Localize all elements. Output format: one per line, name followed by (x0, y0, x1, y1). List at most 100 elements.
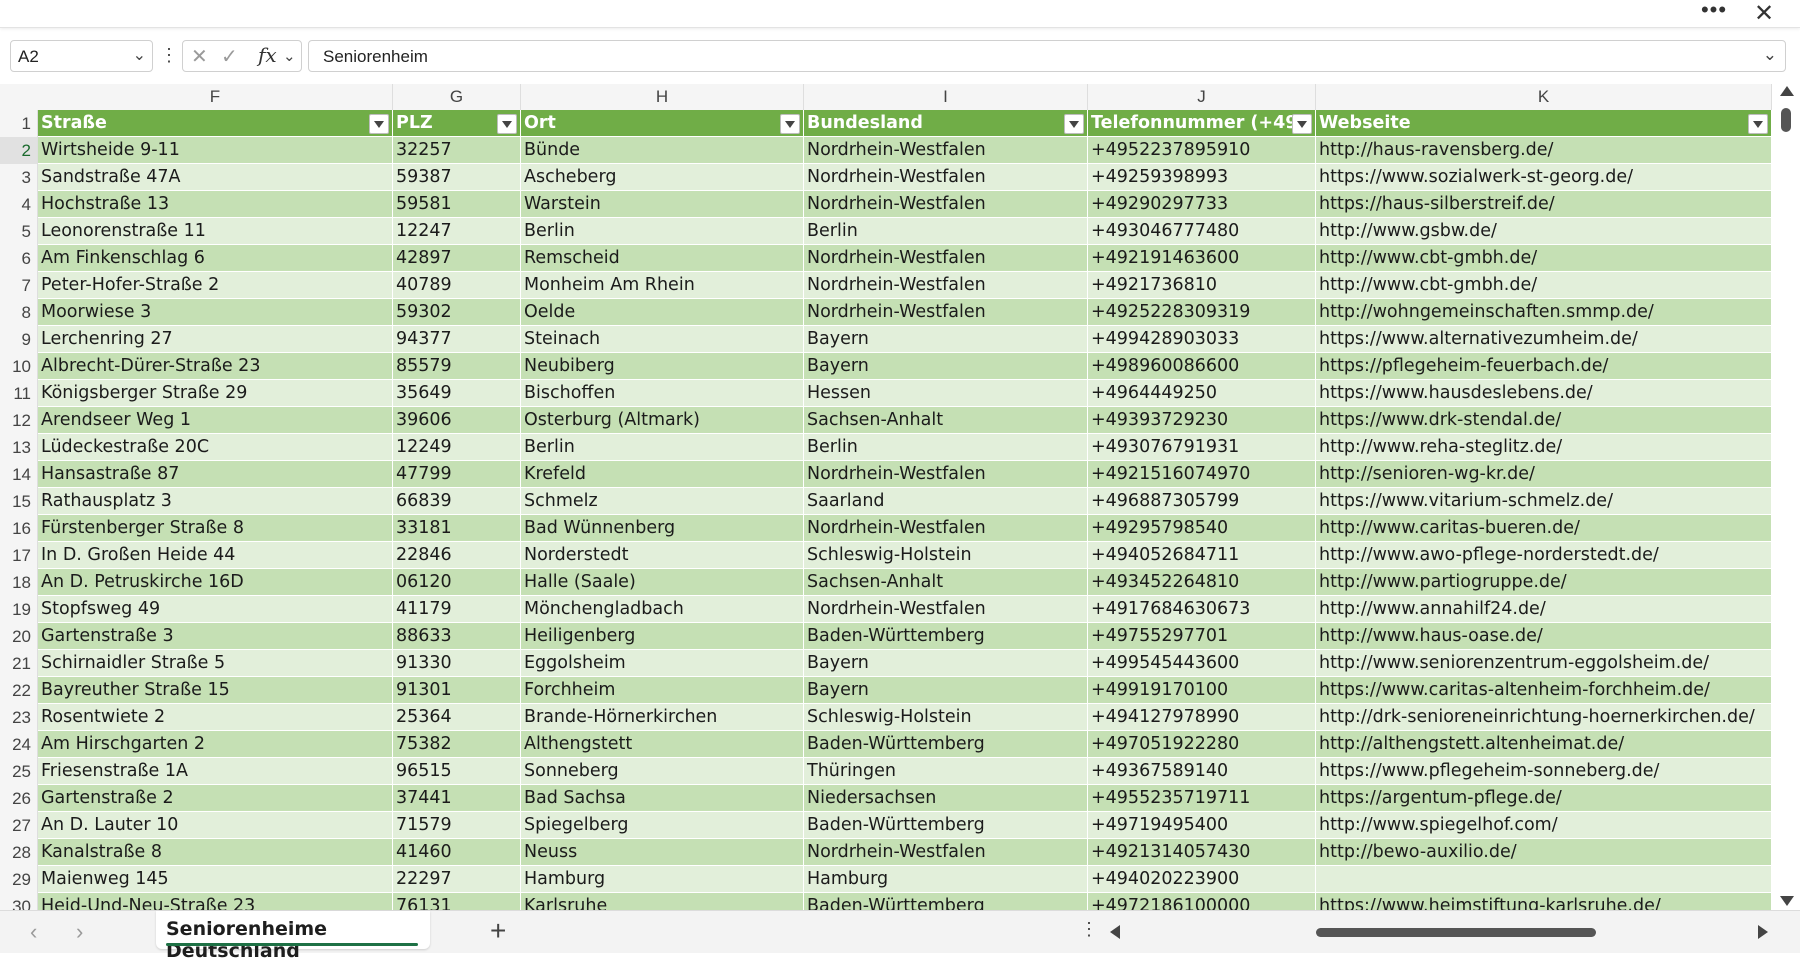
table-cell[interactable]: 22846 (393, 542, 521, 569)
row-number[interactable]: 24 (0, 731, 38, 758)
table-cell[interactable]: +49919170100 (1088, 677, 1316, 704)
table-cell[interactable]: Bad Wünnenberg (521, 515, 804, 542)
table-cell[interactable]: Bayern (804, 650, 1088, 677)
row-number[interactable]: 17 (0, 542, 38, 569)
table-cell[interactable]: http://www.seniorenzentrum-eggolsheim.de… (1316, 650, 1772, 677)
table-cell[interactable]: Schmelz (521, 488, 804, 515)
name-box[interactable]: A2 ⌄ (10, 40, 153, 72)
table-cell[interactable]: http://www.partiogruppe.de/ (1316, 569, 1772, 596)
row-number[interactable]: 26 (0, 785, 38, 812)
table-cell[interactable]: +498960086600 (1088, 353, 1316, 380)
row-number[interactable]: 13 (0, 434, 38, 461)
table-cell[interactable]: +49393729230 (1088, 407, 1316, 434)
table-cell[interactable]: Forchheim (521, 677, 804, 704)
table-cell[interactable]: http://www.awo-pflege-norderstedt.de/ (1316, 542, 1772, 569)
table-cell[interactable]: http://haus-ravensberg.de/ (1316, 137, 1772, 164)
table-cell[interactable]: Nordrhein-Westfalen (804, 839, 1088, 866)
table-cell[interactable]: http://www.annahilf24.de/ (1316, 596, 1772, 623)
table-cell[interactable]: Nordrhein-Westfalen (804, 137, 1088, 164)
filter-dropdown-icon[interactable] (1748, 114, 1768, 134)
table-cell[interactable]: 06120 (393, 569, 521, 596)
table-cell[interactable]: Am Hirschgarten 2 (38, 731, 393, 758)
table-cell[interactable]: An D. Petruskirche 16D (38, 569, 393, 596)
table-cell[interactable]: 94377 (393, 326, 521, 353)
table-cell[interactable]: Karlsruhe (521, 893, 804, 910)
table-cell[interactable]: Saarland (804, 488, 1088, 515)
table-cell[interactable]: 47799 (393, 461, 521, 488)
table-cell[interactable]: 12249 (393, 434, 521, 461)
table-cell[interactable]: Hessen (804, 380, 1088, 407)
row-number[interactable]: 25 (0, 758, 38, 785)
table-cell[interactable]: In D. Großen Heide 44 (38, 542, 393, 569)
vertical-ellipsis-icon[interactable]: ⋮ (160, 44, 178, 66)
table-cell[interactable]: 39606 (393, 407, 521, 434)
header-cell-f[interactable]: Straße (38, 110, 393, 137)
table-cell[interactable]: Norderstedt (521, 542, 804, 569)
scroll-up-icon[interactable] (1780, 86, 1794, 96)
table-cell[interactable]: Bayern (804, 353, 1088, 380)
row-number[interactable]: 2 (0, 137, 38, 164)
scroll-left-icon[interactable] (1110, 925, 1120, 939)
row-number[interactable]: 18 (0, 569, 38, 596)
table-cell[interactable]: Sandstraße 47A (38, 164, 393, 191)
table-cell[interactable]: Berlin (521, 434, 804, 461)
table-cell[interactable]: Albrecht-Dürer-Straße 23 (38, 353, 393, 380)
table-cell[interactable]: Remscheid (521, 245, 804, 272)
row-number[interactable]: 12 (0, 407, 38, 434)
table-cell[interactable]: Althengstett (521, 731, 804, 758)
table-cell[interactable]: Maienweg 145 (38, 866, 393, 893)
table-cell[interactable]: https://www.pflegeheim-sonneberg.de/ (1316, 758, 1772, 785)
filter-dropdown-icon[interactable] (1292, 114, 1312, 134)
table-cell[interactable]: +4921516074970 (1088, 461, 1316, 488)
table-cell[interactable]: An D. Lauter 10 (38, 812, 393, 839)
table-cell[interactable]: http://drk-senioreneinrichtung-hoernerki… (1316, 704, 1772, 731)
table-cell[interactable]: http://www.haus-oase.de/ (1316, 623, 1772, 650)
chevron-down-icon[interactable]: ⌄ (283, 47, 296, 65)
table-cell[interactable]: Nordrhein-Westfalen (804, 191, 1088, 218)
table-cell[interactable]: Berlin (804, 218, 1088, 245)
table-cell[interactable]: 59302 (393, 299, 521, 326)
table-cell[interactable]: Berlin (804, 434, 1088, 461)
table-cell[interactable]: Kanalstraße 8 (38, 839, 393, 866)
table-cell[interactable]: Wirtsheide 9-11 (38, 137, 393, 164)
table-cell[interactable]: Thüringen (804, 758, 1088, 785)
column-header-h[interactable]: H (521, 84, 804, 110)
table-cell[interactable]: Osterburg (Altmark) (521, 407, 804, 434)
table-cell[interactable]: +4952237895910 (1088, 137, 1316, 164)
check-icon[interactable]: ✓ (221, 44, 238, 69)
table-cell[interactable]: Sachsen-Anhalt (804, 407, 1088, 434)
row-number[interactable]: 9 (0, 326, 38, 353)
table-cell[interactable]: +496887305799 (1088, 488, 1316, 515)
row-number[interactable]: 6 (0, 245, 38, 272)
table-cell[interactable]: Gartenstraße 2 (38, 785, 393, 812)
row-number[interactable]: 10 (0, 353, 38, 380)
table-cell[interactable]: +499428903033 (1088, 326, 1316, 353)
table-cell[interactable]: http://bewo-auxilio.de/ (1316, 839, 1772, 866)
table-cell[interactable]: +49719495400 (1088, 812, 1316, 839)
table-cell[interactable]: Nordrhein-Westfalen (804, 164, 1088, 191)
table-cell[interactable]: +49367589140 (1088, 758, 1316, 785)
column-header-k[interactable]: K (1316, 84, 1772, 110)
filter-dropdown-icon[interactable] (780, 114, 800, 134)
formula-input[interactable]: Seniorenheim ⌄ (308, 40, 1786, 72)
add-sheet-icon[interactable]: + (490, 915, 506, 947)
scroll-right-icon[interactable] (1758, 925, 1768, 939)
table-cell[interactable]: Moorwiese 3 (38, 299, 393, 326)
table-cell[interactable]: Niedersachsen (804, 785, 1088, 812)
table-cell[interactable]: 41460 (393, 839, 521, 866)
table-cell[interactable]: +4972186100000 (1088, 893, 1316, 910)
row-number[interactable]: 8 (0, 299, 38, 326)
row-number[interactable]: 30 (0, 893, 38, 910)
vertical-scrollbar[interactable] (1772, 84, 1800, 910)
table-cell[interactable]: Baden-Württemberg (804, 812, 1088, 839)
table-cell[interactable]: Hamburg (521, 866, 804, 893)
chevron-down-icon[interactable]: ⌄ (133, 45, 146, 65)
table-cell[interactable]: Nordrhein-Westfalen (804, 272, 1088, 299)
table-cell[interactable]: Steinach (521, 326, 804, 353)
table-cell[interactable]: 22297 (393, 866, 521, 893)
table-cell[interactable]: Nordrhein-Westfalen (804, 515, 1088, 542)
table-cell[interactable]: Brande-Hörnerkirchen (521, 704, 804, 731)
table-cell[interactable]: http://althengstett.altenheimat.de/ (1316, 731, 1772, 758)
table-cell[interactable]: Sachsen-Anhalt (804, 569, 1088, 596)
filter-dropdown-icon[interactable] (369, 114, 389, 134)
